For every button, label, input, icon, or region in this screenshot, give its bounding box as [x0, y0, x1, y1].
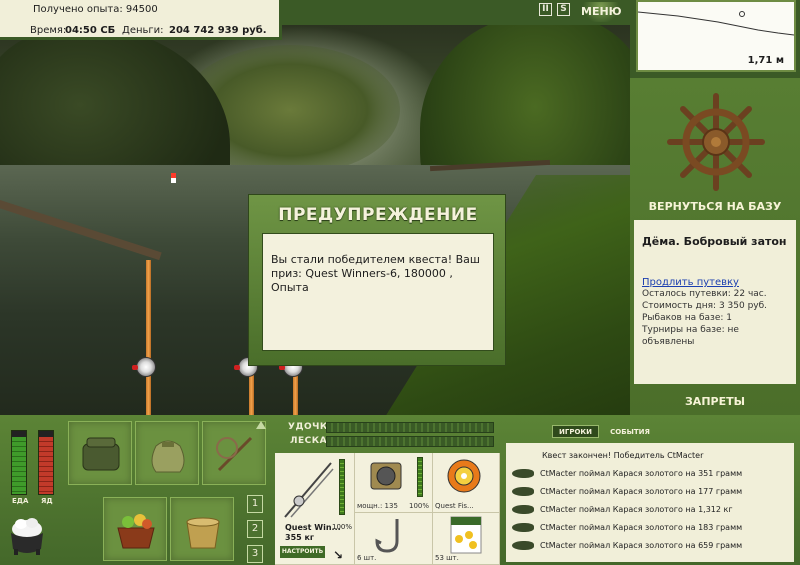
- food-label: ЕДА: [12, 497, 29, 505]
- reel-durability-bar: [417, 457, 423, 497]
- chat-line: CtMacter поймал Карася золотого на 1,312…: [540, 505, 733, 514]
- bait-icon: [450, 516, 482, 554]
- rod-1[interactable]: [146, 260, 151, 415]
- cauldron-icon[interactable]: [8, 515, 46, 557]
- bait-count: 53 шт.: [435, 554, 459, 562]
- stat-fishers: Рыбаков на базе: 1: [642, 313, 732, 323]
- chat-header: Квест закончен! Победитель CtMacter: [542, 451, 704, 460]
- right-panel: ВЕРНУТЬСЯ НА БАЗУ Дёма. Бобровый затон П…: [630, 78, 800, 415]
- net-icon: [216, 436, 253, 472]
- rod-durability-bar: [339, 459, 345, 515]
- depth-value: 1,71 м: [747, 55, 784, 66]
- reel-icon: [370, 462, 402, 490]
- rod-cell[interactable]: 100% Quest Win... 355 кг НАСТРОИТЬ ↘: [275, 453, 355, 565]
- stat-day-cost: Стоимость дня: 3 350 руб.: [642, 301, 768, 311]
- dialog-message: Вы стали победителем квеста! Ваш приз: Q…: [262, 233, 494, 351]
- rod-name: Quest Win...: [285, 523, 341, 532]
- ship-wheel-icon[interactable]: [666, 92, 766, 192]
- fish-icon: [512, 523, 534, 532]
- bag-icon: [82, 437, 120, 471]
- menu-button[interactable]: МЕНЮ: [581, 2, 622, 22]
- chat-log: Квест закончен! Победитель CtMacter CtMa…: [506, 443, 794, 562]
- line-upgrade-bar: [326, 436, 494, 447]
- reel-1[interactable]: [132, 357, 156, 377]
- exp-label: Получено опыта: 94500: [33, 4, 158, 15]
- food-gauge: [11, 430, 27, 495]
- slot-net[interactable]: [202, 421, 266, 485]
- rod-weight: 355 кг: [285, 533, 315, 542]
- tab-players[interactable]: ИГРОКИ: [552, 425, 599, 438]
- stat-permit-left: Осталось путевки: 22 час.: [642, 289, 767, 299]
- poison-label: ЯД: [41, 497, 53, 505]
- bans-button[interactable]: ЗАПРЕТЫ: [630, 392, 800, 412]
- warning-dialog[interactable]: ПРЕДУПРЕЖДЕНИЕ Вы стали победителем квес…: [248, 194, 506, 366]
- tab-events[interactable]: СОБЫТИЯ: [604, 426, 656, 439]
- time-label: Время:: [30, 25, 67, 36]
- stat-tournaments: Турниры на базе: не объявлены: [642, 325, 739, 347]
- s-icon[interactable]: S: [557, 3, 570, 16]
- basket-icon: [117, 514, 155, 549]
- poison-fill: [39, 437, 53, 494]
- reel-percent: 100%: [408, 502, 429, 510]
- slot-sack[interactable]: [135, 421, 199, 485]
- money-value: 204 742 939 руб.: [169, 25, 267, 36]
- line-spool-icon: [447, 459, 481, 493]
- chat-line: CtMacter поймал Карася золотого на 177 г…: [540, 487, 743, 496]
- dialog-title: ПРЕДУПРЕЖДЕНИЕ: [278, 205, 478, 225]
- depth-graph: 1,71 м: [636, 0, 796, 72]
- chat-line: CtMacter поймал Карася золотого на 183 г…: [540, 523, 743, 532]
- page-button-2[interactable]: 2: [247, 520, 263, 538]
- money-label: Деньги:: [122, 25, 164, 36]
- rod-upgrade-bar: [326, 422, 494, 433]
- bucket-icon: [186, 517, 220, 549]
- line-cell[interactable]: Quest Fis...: [433, 453, 500, 513]
- extend-permit-link[interactable]: Продлить путевку: [642, 277, 788, 288]
- bait-cell[interactable]: 53 шт.: [433, 513, 500, 565]
- page-button-1[interactable]: 1: [247, 495, 263, 513]
- page-button-3[interactable]: 3: [247, 545, 263, 563]
- fish-icon: [512, 541, 534, 550]
- time-value: 04:50 СБ: [65, 25, 116, 36]
- scroll-up-arrow[interactable]: [256, 421, 266, 429]
- fish-icon: [512, 469, 534, 478]
- sack-icon: [151, 440, 185, 473]
- slot-basket[interactable]: [103, 497, 167, 561]
- lake-info: Дёма. Бобровый затон Продлить путевку Ос…: [634, 220, 796, 384]
- list-item: CtMacter поймал Карася золотого на 351 г…: [512, 465, 788, 483]
- pause-icon[interactable]: II: [539, 3, 552, 16]
- tune-button[interactable]: НАСТРОИТЬ: [280, 546, 325, 558]
- status-gauges: ЕДА ЯД: [0, 415, 66, 565]
- reel-cell[interactable]: мощн.: 135 100%: [355, 453, 433, 513]
- list-item: CtMacter поймал Карася золотого на 177 г…: [512, 483, 788, 501]
- bottom-bar: ЕДА ЯД 1 2 3 УДОЧКА ЛЕСКА 100% Quest Win…: [0, 415, 800, 565]
- list-item: CtMacter поймал Карася золотого на 1,312…: [512, 501, 788, 519]
- slot-bag[interactable]: [68, 421, 132, 485]
- food-fill: [12, 437, 26, 494]
- float-bobber: [171, 173, 176, 183]
- arrow-icon[interactable]: ↘: [333, 548, 343, 562]
- player-info: Получено опыта: 94500 Время: 04:50 СБ Де…: [0, 0, 282, 40]
- list-item: CtMacter поймал Карася золотого на 183 г…: [512, 519, 788, 537]
- hook-count: 6 шт.: [357, 554, 377, 562]
- lake-name: Дёма. Бобровый затон: [642, 235, 787, 248]
- slot-bucket[interactable]: [170, 497, 234, 561]
- chat-line: CtMacter поймал Карася золотого на 351 г…: [540, 469, 743, 478]
- hook-cell[interactable]: 6 шт.: [355, 513, 433, 565]
- chat-panel: ИГРОКИ СОБЫТИЯ Квест закончен! Победител…: [502, 418, 798, 562]
- line-upgrade-label: ЛЕСКА: [290, 436, 328, 446]
- fish-icon: [512, 505, 534, 514]
- poison-gauge: [38, 430, 54, 495]
- list-item: CtMacter поймал Карася золотого на 659 г…: [512, 537, 788, 555]
- rod-icon: [284, 462, 334, 518]
- hook-icon: [375, 519, 399, 553]
- tackle-panel: 100% Quest Win... 355 кг НАСТРОИТЬ ↘ мощ…: [275, 453, 500, 565]
- return-to-base-button[interactable]: ВЕРНУТЬСЯ НА БАЗУ: [630, 196, 800, 218]
- line-name: Quest Fis...: [435, 502, 474, 510]
- chat-line: CtMacter поймал Карася золотого на 659 г…: [540, 541, 743, 550]
- reel-power: мощн.: 135: [357, 502, 398, 510]
- fish-icon: [512, 487, 534, 496]
